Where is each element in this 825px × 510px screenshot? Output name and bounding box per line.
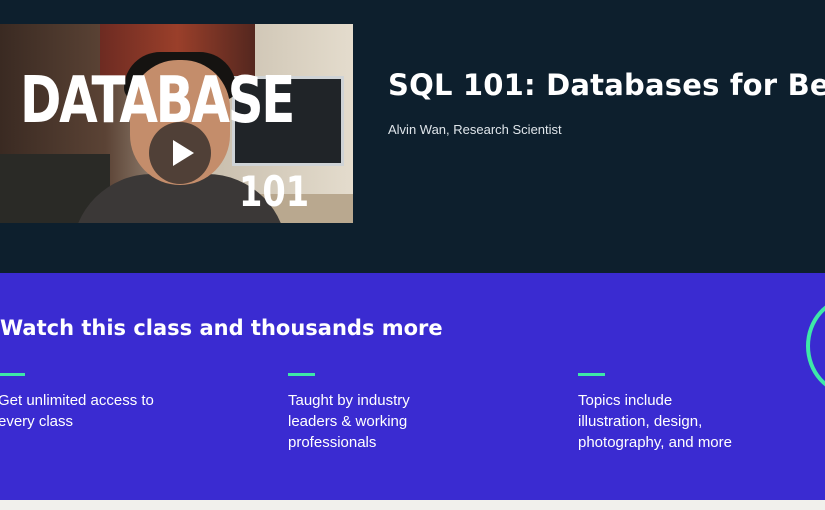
teacher-name[interactable]: Alvin Wan, Research Scientist [388,122,562,137]
feature-topics: Topics include illustration, design, pho… [578,373,778,453]
feature-unlimited-access: Get unlimited access to every class [0,373,198,432]
feature-accent-bar [578,373,605,376]
play-icon [173,140,194,166]
feature-text: Get unlimited access to every class [0,392,154,430]
feature-text: Topics include illustration, design, pho… [578,392,732,451]
video-player[interactable]: DATABASE 101 [0,24,353,223]
thumbnail-number: 101 [239,167,310,216]
promo-heading: Watch this class and thousands more [0,316,443,340]
feature-accent-bar [0,373,25,376]
course-title: SQL 101: Databases for Beginners [388,68,825,102]
membership-promo: Watch this class and thousands more Get … [0,273,825,500]
course-hero: DATABASE 101 SQL 101: Databases for Begi… [0,0,825,273]
decorative-loop-shape [806,297,825,395]
feature-industry-leaders: Taught by industry leaders & working pro… [288,373,458,453]
feature-accent-bar [288,373,315,376]
feature-text: Taught by industry leaders & working pro… [288,392,410,451]
play-button[interactable] [149,122,211,184]
page-background [0,500,825,510]
thumbnail-title: DATABASE [20,64,295,138]
